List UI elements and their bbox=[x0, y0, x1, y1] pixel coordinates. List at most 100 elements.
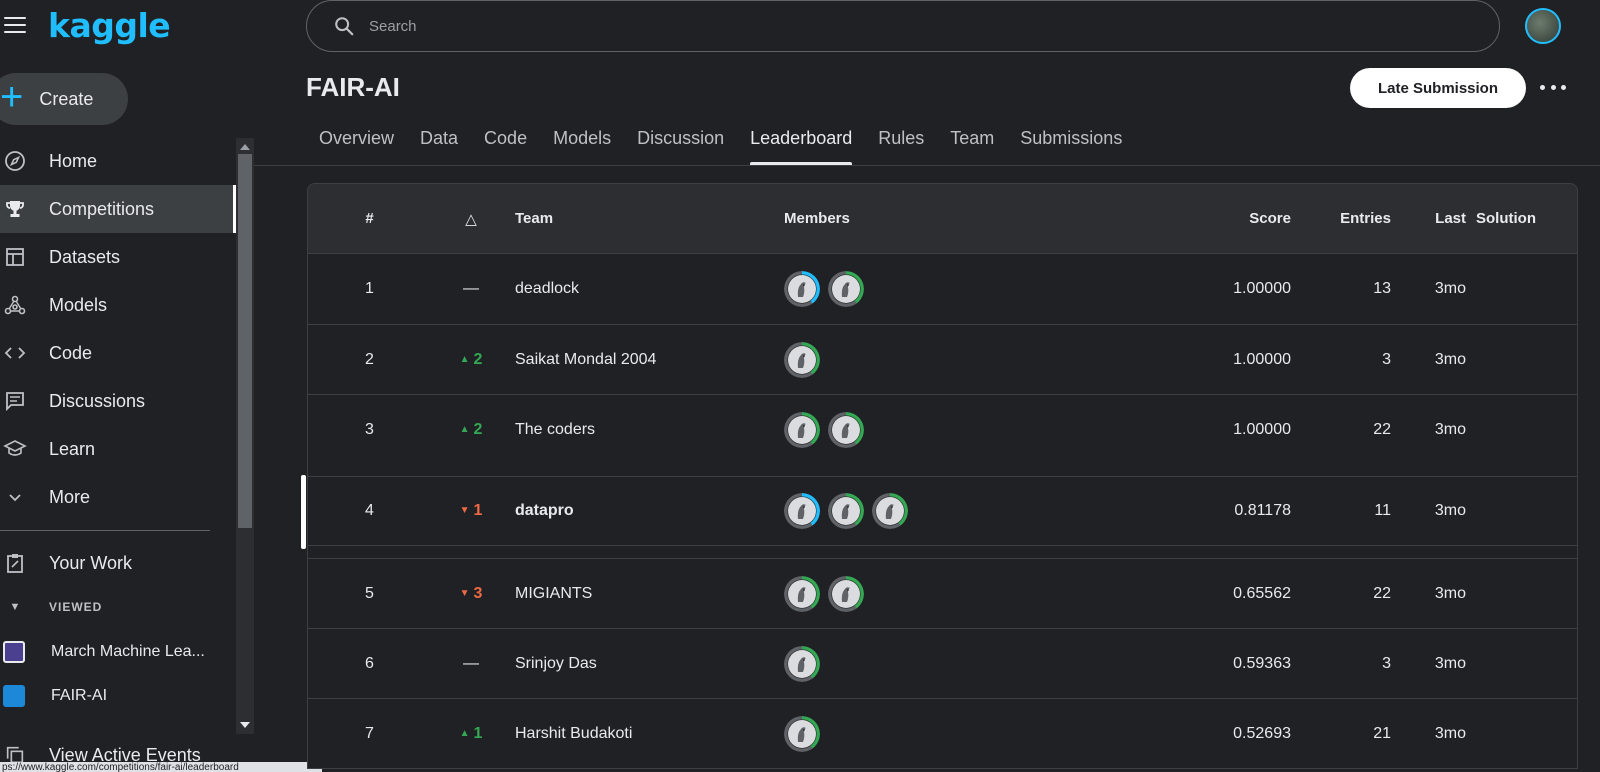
member-avatar[interactable] bbox=[828, 493, 864, 529]
viewed-section-toggle[interactable]: ▼ VIEWED bbox=[0, 600, 102, 614]
competition-thumbnail bbox=[3, 685, 25, 707]
sidebar-item-discussions[interactable]: Discussions bbox=[0, 377, 236, 425]
tab-submissions[interactable]: Submissions bbox=[1007, 120, 1135, 166]
member-avatar[interactable] bbox=[828, 411, 864, 448]
search-bar[interactable] bbox=[306, 0, 1500, 52]
rank-cell: 5 bbox=[365, 584, 374, 602]
sidebar-item-more[interactable]: More bbox=[0, 473, 236, 521]
score-cell: 1.00000 bbox=[1233, 420, 1291, 438]
member-avatar[interactable] bbox=[784, 575, 820, 612]
sidebar-item-home[interactable]: Home bbox=[0, 137, 236, 185]
models-icon bbox=[0, 293, 30, 317]
delta-value: 2 bbox=[473, 420, 483, 438]
sidebar-item-code[interactable]: Code bbox=[0, 329, 236, 377]
header-delta[interactable]: △ bbox=[431, 210, 511, 228]
member-avatar[interactable] bbox=[784, 411, 820, 448]
tab-leaderboard[interactable]: Leaderboard bbox=[737, 120, 865, 166]
scroll-down-arrow[interactable] bbox=[240, 722, 250, 728]
header-last: Last bbox=[1435, 210, 1466, 227]
entries-cell: 21 bbox=[1373, 724, 1391, 742]
tab-discussion[interactable]: Discussion bbox=[624, 120, 737, 166]
member-avatar[interactable] bbox=[784, 645, 820, 682]
member-avatar[interactable] bbox=[784, 271, 820, 307]
member-avatar[interactable] bbox=[784, 493, 820, 529]
rank-cell: 2 bbox=[365, 350, 374, 368]
sidebar-item-datasets[interactable]: Datasets bbox=[0, 233, 236, 281]
create-label: Create bbox=[39, 88, 94, 109]
arrow-up-icon: ▲ bbox=[459, 727, 470, 739]
sidebar-scrollbar[interactable] bbox=[236, 138, 254, 734]
trophy-icon bbox=[0, 197, 30, 221]
last-cell: 3mo bbox=[1434, 502, 1466, 519]
search-input[interactable] bbox=[369, 17, 1269, 35]
recent-item-label: FAIR-AI bbox=[51, 687, 108, 704]
table-row[interactable]: 7 ▲ 1 Harshit Budakoti 0.52693 21 3mo bbox=[308, 698, 1577, 768]
team-name[interactable]: datapro bbox=[511, 502, 784, 520]
sidebar-item-learn[interactable]: Learn bbox=[0, 425, 236, 473]
team-name[interactable]: Harshit Budakoti bbox=[511, 725, 784, 743]
entries-cell: 22 bbox=[1373, 420, 1391, 438]
user-avatar[interactable] bbox=[1525, 8, 1561, 44]
entries-cell: 3 bbox=[1382, 654, 1391, 672]
table-row[interactable]: 6 — Srinjoy Das 0.59363 3 3mo bbox=[308, 628, 1577, 698]
create-button[interactable]: + Create bbox=[0, 73, 128, 125]
member-avatar[interactable] bbox=[828, 271, 864, 307]
table-row[interactable]: 5 ▼ 3 MIGIANTS 0.65562 22 3mo bbox=[308, 558, 1577, 628]
recent-item-fair-ai[interactable]: FAIR-AI bbox=[0, 685, 107, 707]
arrow-down-icon: ▼ bbox=[459, 505, 470, 516]
delta-value: 1 bbox=[473, 502, 483, 519]
score-cell: 0.52693 bbox=[1233, 724, 1291, 742]
team-name[interactable]: MIGIANTS bbox=[511, 585, 784, 603]
recent-item-march-machine[interactable]: March Machine Lea... bbox=[0, 641, 205, 663]
delta-cell: ▼ 1 bbox=[431, 502, 511, 520]
table-row[interactable]: 2 ▲ 2 Saikat Mondal 2004 1.00000 3 3mo bbox=[308, 324, 1577, 394]
discussion-icon bbox=[0, 389, 30, 413]
last-cell: 3mo bbox=[1434, 654, 1466, 672]
tab-rules[interactable]: Rules bbox=[865, 120, 937, 166]
rank-cell: 6 bbox=[365, 654, 374, 672]
table-row[interactable]: 3 ▲ 2 The coders 1.00000 22 3mo bbox=[308, 394, 1577, 464]
members-cell bbox=[784, 341, 1084, 378]
clipboard-icon bbox=[0, 551, 30, 575]
competition-thumbnail bbox=[3, 641, 25, 663]
sidebar-divider bbox=[0, 530, 210, 531]
member-avatar[interactable] bbox=[784, 341, 820, 378]
member-avatar[interactable] bbox=[784, 715, 820, 752]
last-cell: 3mo bbox=[1434, 584, 1466, 602]
more-options-icon[interactable] bbox=[1540, 77, 1566, 97]
delta-cell: ▲ 1 bbox=[431, 725, 511, 743]
tab-team[interactable]: Team bbox=[937, 120, 1007, 166]
sidebar-nav: Home Competitions Datasets Models Code D… bbox=[0, 137, 236, 521]
entries-cell: 22 bbox=[1373, 584, 1391, 602]
graduation-cap-icon bbox=[0, 437, 30, 461]
rank-cell: 3 bbox=[365, 420, 374, 438]
member-avatar[interactable] bbox=[828, 575, 864, 612]
delta-value: 1 bbox=[473, 724, 483, 742]
delta-cell: — bbox=[431, 280, 511, 298]
kaggle-logo[interactable]: kaggle bbox=[48, 6, 171, 45]
tab-data[interactable]: Data bbox=[407, 120, 471, 166]
table-body: 1— deadlock 1.00000 13 3mo 2 ▲ 2 Saikat Mondal 2… bbox=[301, 254, 1578, 769]
team-name[interactable]: deadlock bbox=[511, 280, 784, 298]
team-name[interactable]: Saikat Mondal 2004 bbox=[511, 351, 784, 369]
sidebar-item-your-work[interactable]: Your Work bbox=[0, 539, 132, 587]
sidebar-item-competitions[interactable]: Competitions bbox=[0, 185, 236, 233]
score-cell: 0.59363 bbox=[1233, 654, 1291, 672]
scrollbar-thumb[interactable] bbox=[238, 154, 252, 528]
table-row[interactable]: 4 ▼ 1 datapro 0.81178 11 3mo bbox=[301, 475, 1578, 549]
team-name[interactable]: The coders bbox=[511, 421, 784, 439]
member-avatar[interactable] bbox=[872, 493, 908, 529]
team-name[interactable]: Srinjoy Das bbox=[511, 655, 784, 673]
sidebar-item-label: Learn bbox=[49, 438, 96, 459]
late-submission-button[interactable]: Late Submission bbox=[1350, 68, 1526, 108]
scroll-up-arrow[interactable] bbox=[240, 144, 250, 150]
tab-overview[interactable]: Overview bbox=[306, 120, 407, 166]
tab-models[interactable]: Models bbox=[540, 120, 624, 166]
header-rank: # bbox=[365, 210, 374, 227]
table-row[interactable]: 1 — deadlock 1.00000 13 3mo bbox=[308, 254, 1577, 324]
competition-tabs: Overview Data Code Models Discussion Lea… bbox=[306, 120, 1135, 166]
tab-code[interactable]: Code bbox=[471, 120, 540, 166]
sidebar-item-models[interactable]: Models bbox=[0, 281, 236, 329]
menu-icon[interactable] bbox=[4, 17, 26, 35]
header-score: Score bbox=[1249, 210, 1291, 227]
